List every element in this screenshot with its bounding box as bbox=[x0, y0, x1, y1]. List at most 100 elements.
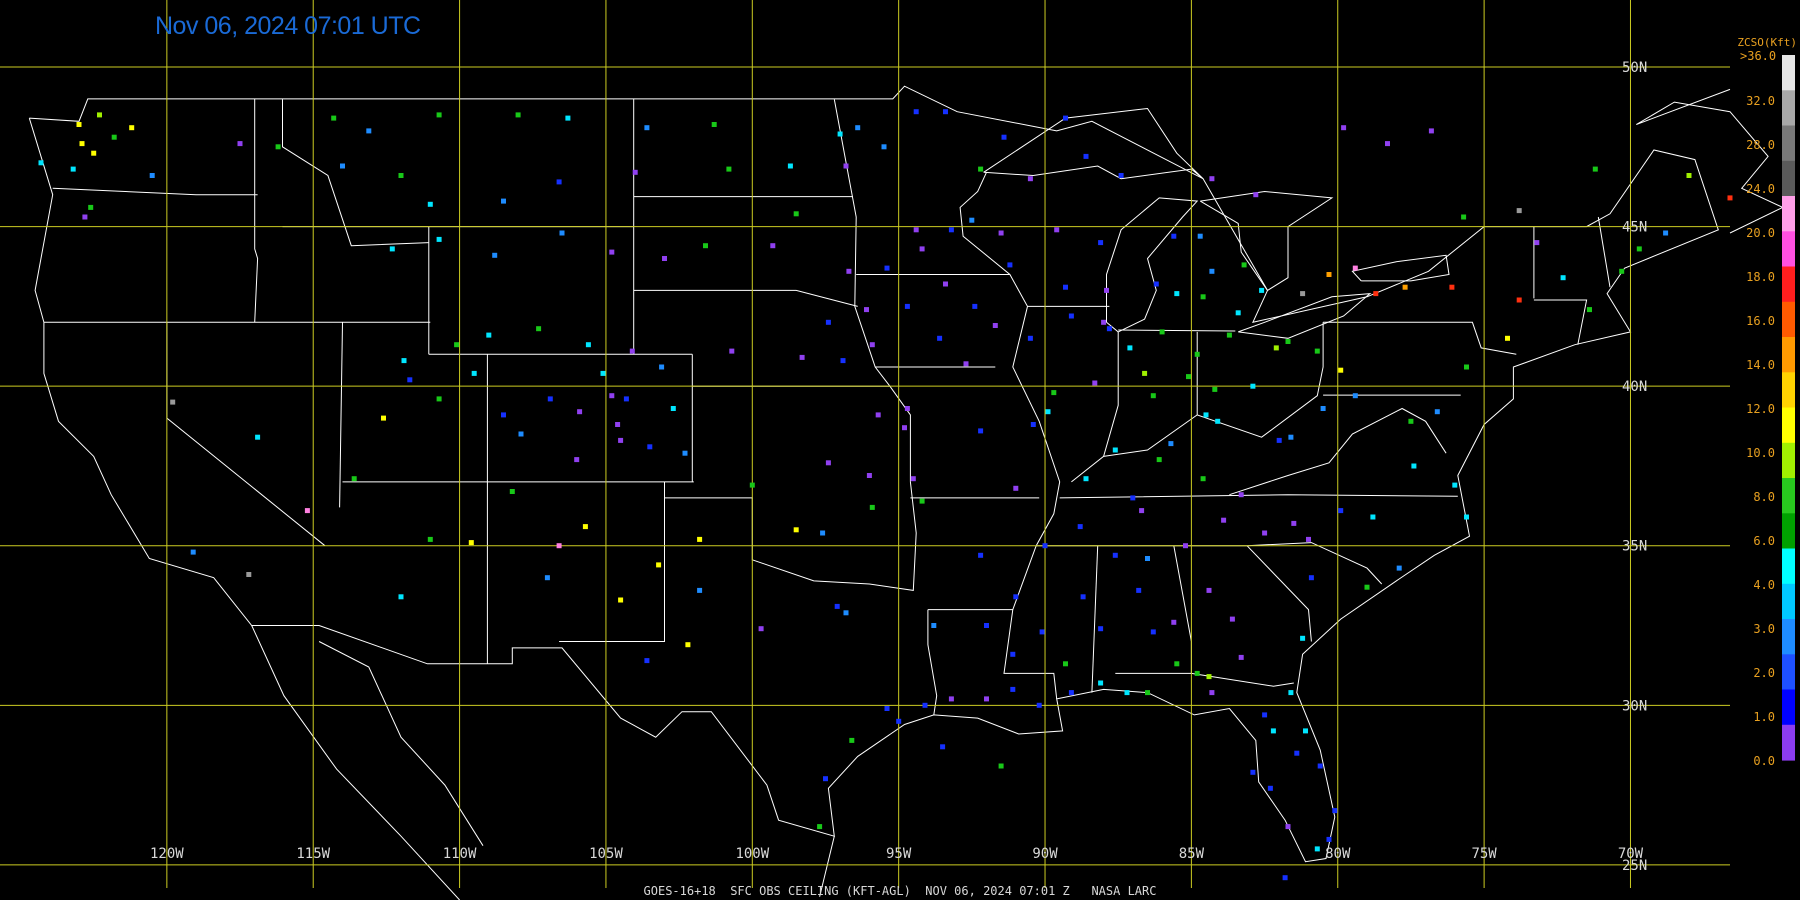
longitude-label: 90W bbox=[1032, 846, 1058, 862]
station-marker bbox=[1145, 556, 1150, 561]
station-marker bbox=[758, 626, 764, 632]
station-marker bbox=[1294, 750, 1300, 756]
station-marker bbox=[881, 144, 887, 150]
legend-label: 0.0 bbox=[1753, 754, 1775, 768]
station-marker bbox=[837, 131, 843, 137]
station-marker bbox=[793, 211, 799, 217]
station-marker bbox=[1250, 769, 1256, 775]
station-marker bbox=[1174, 661, 1180, 667]
station-marker bbox=[1013, 485, 1019, 491]
station-marker bbox=[1209, 268, 1215, 274]
valid-time-label: Nov 06, 2024 07:01 UTC bbox=[155, 12, 421, 40]
station-marker bbox=[1206, 587, 1212, 593]
station-marker bbox=[1212, 386, 1218, 392]
station-marker bbox=[1106, 326, 1112, 332]
station-marker bbox=[518, 431, 524, 437]
station-marker bbox=[1145, 690, 1150, 696]
station-marker bbox=[1200, 294, 1206, 300]
station-marker bbox=[1083, 153, 1089, 159]
station-marker bbox=[1197, 233, 1203, 239]
station-marker bbox=[1010, 651, 1016, 657]
product-caption: GOES-16+18 SFC OBS CEILING (KFT-AGL) NOV… bbox=[643, 884, 1157, 898]
station-marker bbox=[1063, 115, 1068, 121]
station-marker bbox=[1326, 272, 1332, 277]
station-marker bbox=[749, 482, 755, 488]
station-marker bbox=[1171, 233, 1177, 239]
station-marker bbox=[711, 122, 717, 127]
station-marker bbox=[659, 364, 665, 370]
station-marker bbox=[618, 437, 624, 443]
legend-title: ZCSO(Kft) bbox=[1737, 36, 1797, 49]
station-marker bbox=[366, 128, 372, 134]
station-marker bbox=[436, 236, 442, 242]
sd-ne bbox=[633, 289, 858, 307]
legend-label: 18.0 bbox=[1746, 270, 1775, 284]
ky-tn bbox=[1059, 494, 1458, 499]
legend-label: 8.0 bbox=[1753, 490, 1775, 504]
station-marker bbox=[1153, 281, 1159, 287]
station-marker bbox=[79, 141, 85, 147]
station-marker bbox=[1317, 763, 1323, 769]
station-marker bbox=[1332, 808, 1338, 814]
al-ga bbox=[1115, 545, 1192, 674]
station-marker bbox=[600, 370, 606, 376]
station-marker bbox=[1142, 370, 1148, 376]
station-marker bbox=[902, 425, 907, 431]
station-marker bbox=[1505, 335, 1510, 341]
station-marker bbox=[787, 163, 793, 169]
station-marker bbox=[82, 214, 88, 220]
station-marker bbox=[1238, 492, 1244, 498]
station-marker bbox=[129, 125, 135, 131]
station-marker bbox=[559, 230, 565, 236]
station-marker bbox=[998, 230, 1004, 236]
station-marker bbox=[896, 718, 902, 724]
station-marker bbox=[574, 457, 580, 463]
station-marker bbox=[547, 396, 553, 402]
station-marker bbox=[978, 166, 984, 172]
station-marker bbox=[1101, 319, 1107, 325]
station-marker bbox=[1203, 412, 1209, 418]
nv-az bbox=[339, 322, 343, 508]
station-marker bbox=[1229, 616, 1235, 622]
station-marker bbox=[843, 610, 849, 616]
legend-swatch bbox=[1782, 583, 1795, 620]
station-marker bbox=[1306, 536, 1311, 542]
longitude-label: 95W bbox=[886, 846, 912, 862]
station-marker bbox=[1273, 345, 1279, 351]
station-marker bbox=[536, 326, 542, 332]
ne-states bbox=[1533, 299, 1588, 345]
station-marker bbox=[1686, 173, 1692, 178]
station-marker bbox=[1250, 383, 1256, 389]
station-marker bbox=[1127, 345, 1133, 351]
station-marker bbox=[1452, 482, 1458, 488]
station-marker bbox=[904, 303, 910, 309]
station-marker bbox=[1083, 476, 1089, 482]
station-marker bbox=[407, 377, 413, 383]
station-marker bbox=[623, 396, 629, 402]
station-marker bbox=[1013, 594, 1019, 600]
nm-tx bbox=[559, 481, 665, 642]
station-marker bbox=[910, 476, 916, 482]
station-marker bbox=[849, 737, 855, 743]
station-marker bbox=[544, 575, 550, 581]
station-marker bbox=[1270, 728, 1276, 734]
station-marker bbox=[111, 134, 117, 140]
station-marker bbox=[1408, 418, 1414, 424]
station-marker bbox=[913, 227, 919, 233]
legend-swatch bbox=[1782, 125, 1795, 162]
legend-swatch bbox=[1782, 160, 1795, 197]
station-marker bbox=[884, 265, 890, 271]
station-marker bbox=[978, 552, 984, 558]
legend-label: 3.0 bbox=[1753, 622, 1775, 636]
station-marker bbox=[190, 549, 196, 555]
station-marker bbox=[1262, 530, 1268, 536]
legend-swatch bbox=[1782, 619, 1795, 655]
station-marker bbox=[629, 348, 635, 354]
station-marker bbox=[1516, 208, 1522, 214]
station-marker bbox=[984, 623, 989, 628]
station-marker bbox=[427, 201, 433, 207]
station-marker bbox=[331, 115, 337, 121]
station-marker bbox=[1104, 287, 1109, 293]
station-marker bbox=[1402, 284, 1408, 290]
mi-in-oh bbox=[1118, 329, 1236, 332]
